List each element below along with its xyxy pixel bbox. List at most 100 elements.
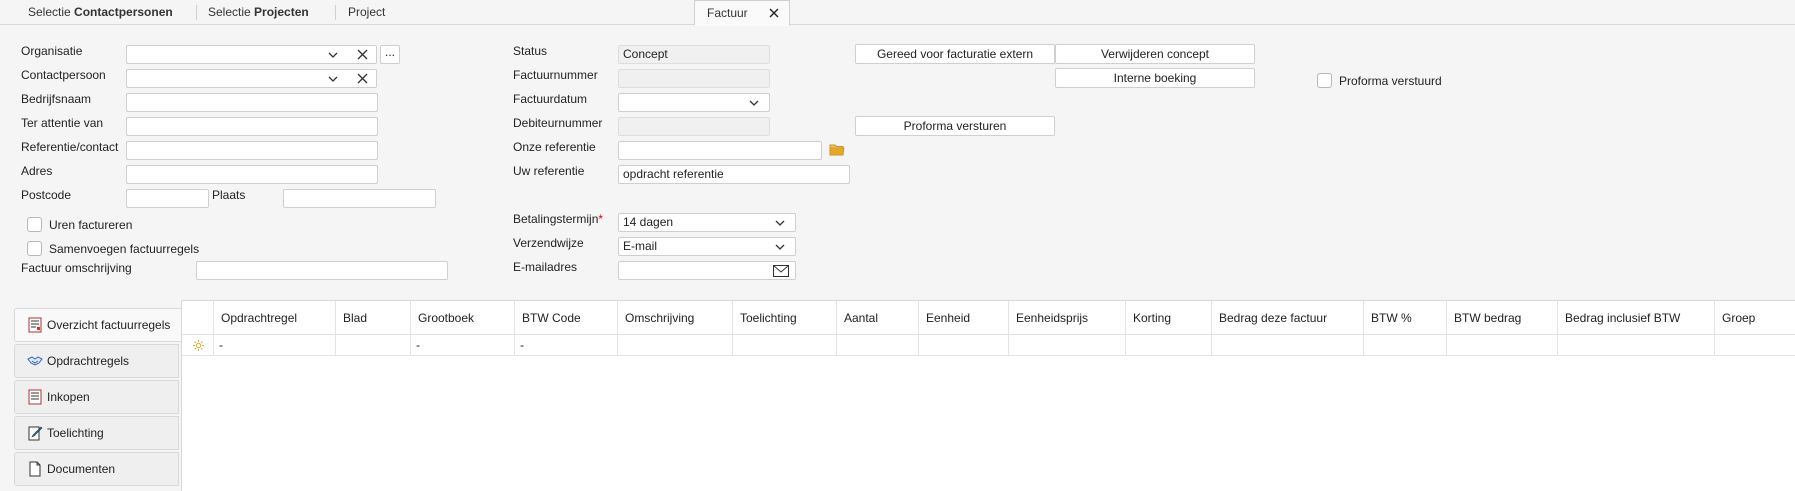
folder-icon[interactable] <box>829 142 845 157</box>
col-header[interactable]: BTW % <box>1364 301 1447 335</box>
col-header[interactable]: Grootboek <box>411 301 515 335</box>
row-indicator-cell <box>182 335 214 356</box>
tab-bar: Selectie Contactpersonen Selectie Projec… <box>0 0 1795 26</box>
status-field: Concept <box>618 45 770 64</box>
handshake-icon <box>27 356 43 366</box>
document-icon <box>29 461 41 477</box>
organisatie-more-button[interactable]: ... <box>380 45 400 64</box>
grid-cell[interactable] <box>618 335 733 356</box>
verzendwijze-label: Verzendwijze <box>513 236 584 250</box>
grid-header: Opdrachtregel Blad Grootboek BTW Code Om… <box>182 301 1795 335</box>
col-header[interactable]: BTW Code <box>515 301 618 335</box>
grid-cell[interactable] <box>336 335 411 356</box>
new-row[interactable]: - - - <box>182 335 1795 356</box>
referentie-contact-input[interactable] <box>126 141 378 160</box>
clear-icon[interactable] <box>356 48 369 61</box>
col-header[interactable]: Eenheidsprijs <box>1009 301 1126 335</box>
side-tab-overzicht-factuurregels[interactable]: Overzicht factuurregels <box>14 308 181 342</box>
col-header[interactable]: BTW bedrag <box>1447 301 1558 335</box>
plaats-label: Plaats <box>212 188 246 202</box>
col-header[interactable]: Omschrijving <box>618 301 733 335</box>
side-tab-toelichting[interactable]: Toelichting <box>14 416 179 450</box>
gereed-voor-facturatie-button[interactable]: Gereed voor facturatie extern <box>855 44 1055 64</box>
edit-note-icon <box>28 426 43 441</box>
onze-referentie-label: Onze referentie <box>513 140 596 154</box>
debiteurnummer-field <box>618 117 770 136</box>
uren-factureren-checkbox[interactable] <box>27 217 42 232</box>
adres-label: Adres <box>21 164 53 178</box>
betalingstermijn-text: Betalingstermijn <box>513 212 599 226</box>
grid-cell[interactable] <box>733 335 837 356</box>
samenvoegen-label: Samenvoegen factuurregels <box>49 242 200 256</box>
tab-label: Project <box>348 5 386 19</box>
col-header[interactable]: Bedrag deze factuur <box>1212 301 1364 335</box>
postcode-input[interactable] <box>126 189 209 208</box>
samenvoegen-checkbox[interactable] <box>27 241 42 256</box>
status-label: Status <box>513 44 548 58</box>
grid-cell[interactable] <box>837 335 919 356</box>
side-tab-opdrachtregels[interactable]: Opdrachtregels <box>14 344 179 378</box>
clear-icon[interactable] <box>356 72 369 85</box>
interne-boeking-button[interactable]: Interne boeking <box>1055 68 1255 88</box>
grid-cell[interactable] <box>1715 335 1795 356</box>
proforma-verstuurd-checkbox[interactable] <box>1317 73 1332 88</box>
uw-referentie-label: Uw referentie <box>513 164 585 178</box>
col-header[interactable]: Bedrag inclusief BTW <box>1558 301 1715 335</box>
organisatie-label: Organisatie <box>21 44 83 58</box>
col-header[interactable]: Eenheid <box>919 301 1009 335</box>
close-icon[interactable] <box>769 8 779 18</box>
grid-cell[interactable]: - <box>214 335 336 356</box>
col-header[interactable]: Opdrachtregel <box>214 301 336 335</box>
plaats-input[interactable] <box>283 189 436 208</box>
factuur-omschrijving-input[interactable] <box>196 261 448 280</box>
proforma-versturen-button[interactable]: Proforma versturen <box>855 116 1055 136</box>
tab-selectie-contactpersonen[interactable]: Selectie Contactpersonen <box>16 0 196 25</box>
chevron-down-icon[interactable] <box>748 97 760 109</box>
adres-input[interactable] <box>126 165 378 184</box>
purchase-list-icon <box>28 389 42 405</box>
tab-prefix: Selectie <box>208 5 255 19</box>
factuurnummer-label: Factuurnummer <box>513 68 598 82</box>
grid-cell[interactable] <box>1447 335 1558 356</box>
onze-referentie-input[interactable] <box>618 141 822 160</box>
emailadres-label: E-mailadres <box>513 260 578 274</box>
grid-cell[interactable] <box>919 335 1009 356</box>
side-tab-inkopen[interactable]: Inkopen <box>14 380 179 414</box>
mail-icon[interactable] <box>773 265 789 277</box>
col-header[interactable]: Blad <box>336 301 411 335</box>
grid-cell[interactable] <box>1364 335 1447 356</box>
debiteurnummer-label: Debiteurnummer <box>513 116 603 130</box>
side-tab-label: Overzicht factuurregels <box>47 318 171 332</box>
betalingstermijn-select[interactable]: 14 dagen <box>618 213 796 232</box>
verwijderen-concept-button[interactable]: Verwijderen concept <box>1055 44 1255 64</box>
contactpersoon-label: Contactpersoon <box>21 68 106 82</box>
factuurdatum-label: Factuurdatum <box>513 92 588 106</box>
organisatie-select[interactable] <box>126 45 377 64</box>
invoice-list-icon <box>28 317 42 333</box>
grid-cell[interactable] <box>1558 335 1715 356</box>
bedrijfsnaam-input[interactable] <box>126 93 378 112</box>
verzendwijze-select[interactable]: E-mail <box>618 237 796 256</box>
tab-prefix: Selectie <box>28 5 75 19</box>
chevron-down-icon[interactable] <box>774 241 786 253</box>
grid-cell[interactable]: - <box>411 335 515 356</box>
col-header[interactable]: Groep <box>1715 301 1795 335</box>
side-tab-documenten[interactable]: Documenten <box>14 452 179 486</box>
emailadres-input[interactable] <box>618 261 796 280</box>
col-header[interactable]: Korting <box>1126 301 1212 335</box>
col-header[interactable]: Aantal <box>837 301 919 335</box>
factuurnummer-field <box>618 69 770 88</box>
tab-project[interactable]: Project <box>336 0 456 25</box>
ter-attentie-van-input[interactable] <box>126 117 378 136</box>
grid-cell[interactable] <box>1212 335 1364 356</box>
chevron-down-icon[interactable] <box>774 217 786 229</box>
chevron-down-icon[interactable] <box>327 49 339 61</box>
uw-referentie-input[interactable]: opdracht referentie <box>618 165 850 184</box>
grid-cell[interactable]: - <box>515 335 618 356</box>
col-header[interactable]: Toelichting <box>733 301 837 335</box>
tab-selectie-projecten[interactable]: Selectie Projecten <box>196 0 336 25</box>
grid-cell[interactable] <box>1126 335 1212 356</box>
grid-cell[interactable] <box>1009 335 1126 356</box>
contactpersoon-select[interactable] <box>126 69 377 88</box>
chevron-down-icon[interactable] <box>327 73 339 85</box>
